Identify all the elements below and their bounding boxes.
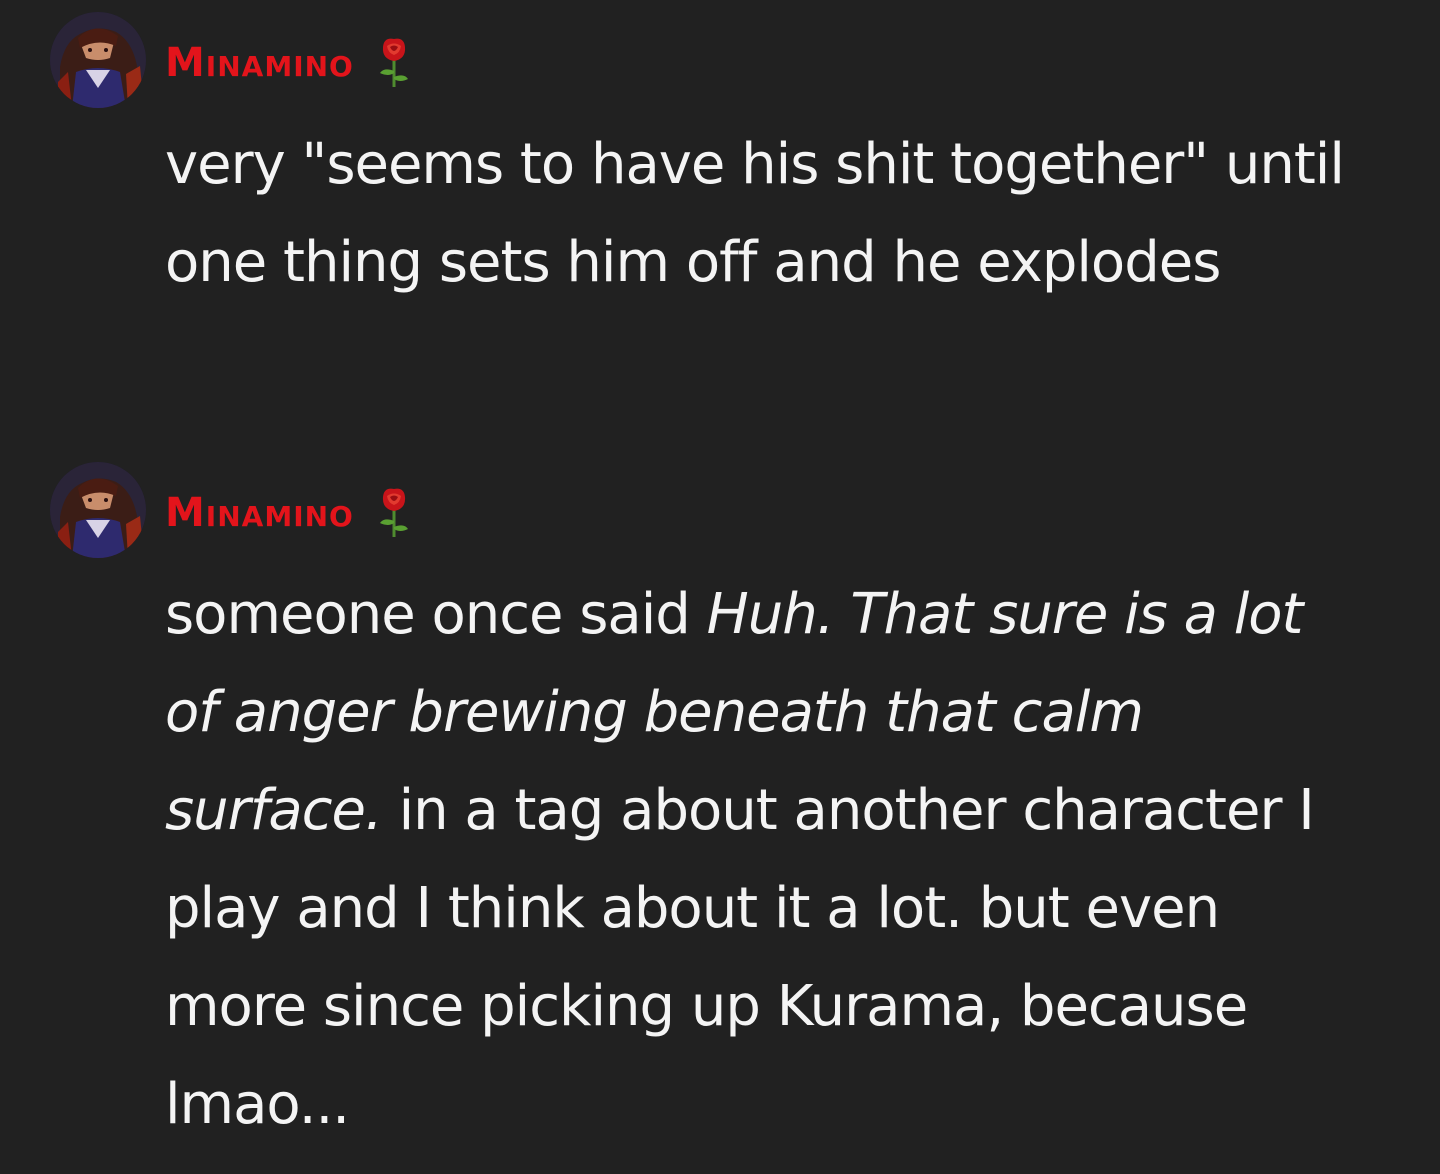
avatar[interactable] bbox=[50, 12, 146, 108]
message-header: Minamino bbox=[165, 486, 412, 540]
message-text: someone once said Huh. That sure is a lo… bbox=[165, 566, 1365, 1154]
rose-icon bbox=[376, 487, 412, 539]
message-text: very "seems to have his shit together" u… bbox=[165, 132, 1345, 295]
username[interactable]: Minamino bbox=[165, 36, 354, 90]
rose-icon bbox=[376, 37, 412, 89]
avatar[interactable] bbox=[50, 462, 146, 558]
username[interactable]: Minamino bbox=[165, 486, 354, 540]
message-text-before: someone once said bbox=[165, 582, 707, 647]
message-header: Minamino bbox=[165, 36, 412, 90]
